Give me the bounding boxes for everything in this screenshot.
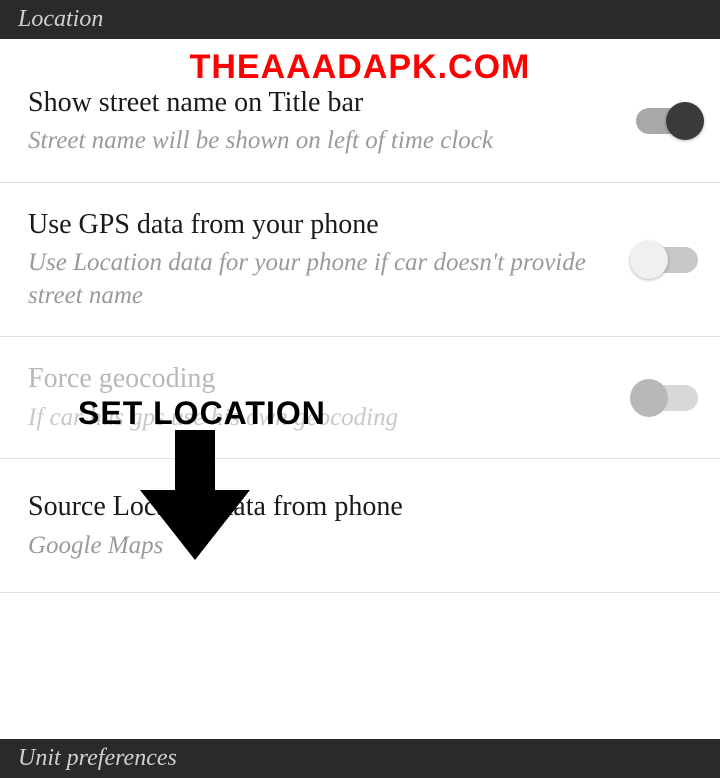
watermark-text: THEAAADAPK.COM [190, 48, 531, 87]
setting-text-block: Use GPS data from your phone Use Locatio… [28, 207, 636, 312]
setting-title: Force geocoding [28, 361, 616, 397]
annotation-set-location: SET LOCATION [78, 395, 326, 432]
toggle-knob-icon [630, 379, 668, 417]
section-header-location: Location [0, 0, 720, 39]
section-header-text: Unit preferences [18, 745, 177, 771]
setting-source-location[interactable]: Source Location data from phone Google M… [0, 459, 720, 593]
toggle-street-name[interactable] [636, 108, 698, 134]
toggle-gps-data[interactable] [636, 247, 698, 273]
setting-title: Source Location data from phone [28, 489, 698, 525]
setting-title: Show street name on Title bar [28, 85, 616, 121]
section-header-unit-preferences: Unit preferences [0, 739, 720, 778]
setting-text-block: Show street name on Title bar Street nam… [28, 85, 636, 158]
setting-title: Use GPS data from your phone [28, 207, 616, 243]
setting-subtitle: Google Maps [28, 530, 698, 563]
settings-list: Show street name on Title bar Street nam… [0, 39, 720, 593]
setting-gps-data[interactable]: Use GPS data from your phone Use Locatio… [0, 183, 720, 337]
arrow-down-icon [140, 430, 250, 565]
toggle-knob-icon [630, 241, 668, 279]
setting-subtitle: Street name will be shown on left of tim… [28, 125, 616, 158]
setting-subtitle: Use Location data for your phone if car … [28, 247, 616, 312]
section-header-text: Location [18, 6, 103, 32]
toggle-force-geocoding [636, 385, 698, 411]
toggle-knob-icon [666, 102, 704, 140]
